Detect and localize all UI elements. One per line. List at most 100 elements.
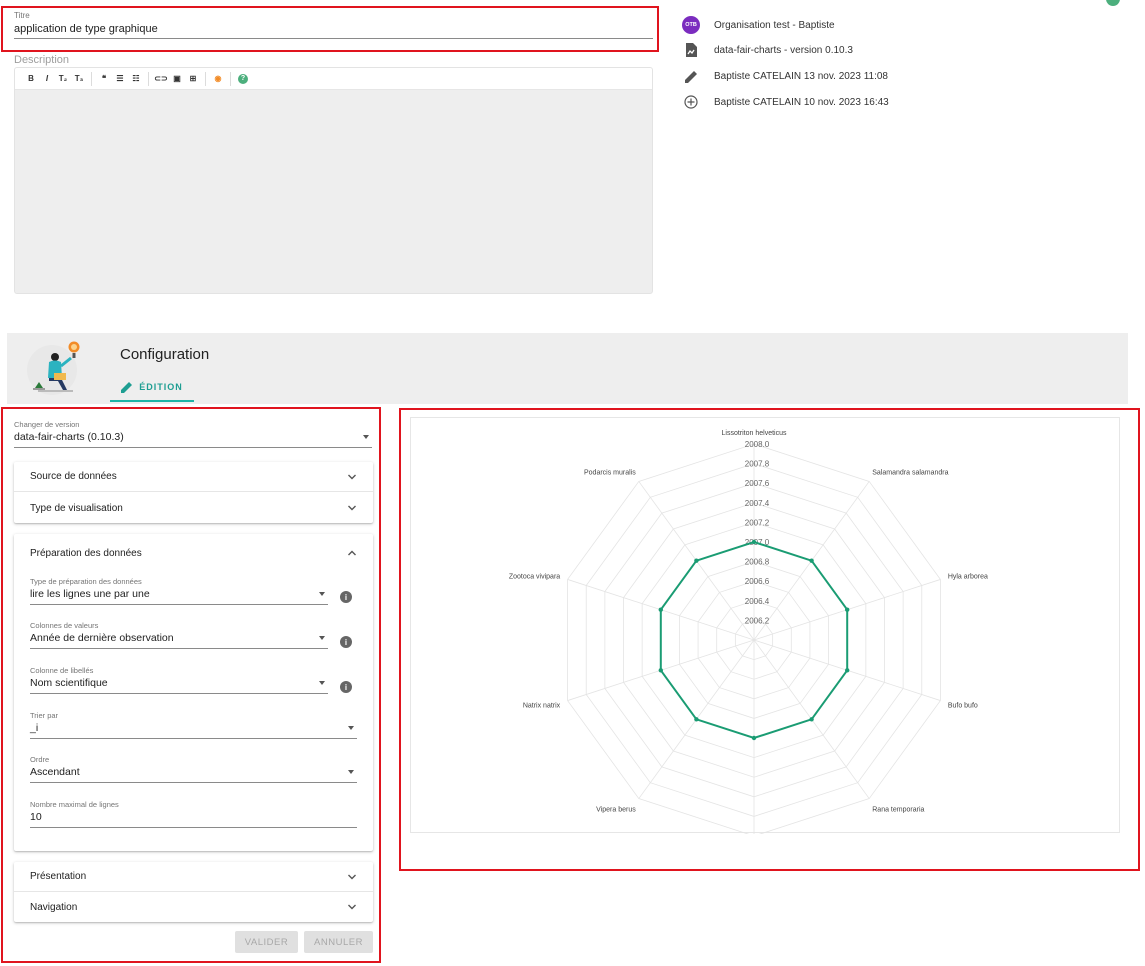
panels-group-1: Source de données Type de visualisation (14, 462, 373, 523)
category-label: Hyla arborea (948, 574, 988, 581)
category-label: Podarcis muralis (584, 470, 636, 477)
label-column-label: Colonne de libellés (30, 666, 94, 675)
info-icon[interactable]: i (340, 681, 352, 693)
data-point (845, 607, 850, 612)
pencil-icon (121, 381, 133, 393)
owner-avatar: OTB (682, 16, 700, 34)
section-navigation[interactable]: Navigation (14, 892, 373, 922)
validate-button[interactable]: VALIDER (235, 931, 298, 953)
chevron-down-icon (348, 904, 356, 910)
radial-tick-label: 2007.6 (745, 479, 770, 488)
bold-icon[interactable]: B (23, 71, 39, 87)
max-rows-input[interactable]: 10 (30, 811, 42, 823)
toolbar-divider (205, 71, 206, 86)
title-field[interactable]: Titre application de type graphique (14, 9, 653, 39)
editor-toolbar: B I T₂ T₃ ❝ ☰ ☷ ⊂⊃ ▣ ⊞ ◉? (15, 68, 652, 90)
italic-icon[interactable]: I (39, 71, 55, 87)
title-label: Titre (14, 11, 30, 20)
chevron-down-icon (348, 874, 356, 880)
meta-updated: Baptiste CATELAIN 13 nov. 2023 11:08 (681, 66, 888, 86)
data-point (694, 717, 699, 722)
data-point (658, 668, 663, 673)
bullet-list-icon[interactable]: ☰ (112, 71, 128, 87)
configuration-illustration (25, 338, 87, 398)
max-rows-label: Nombre maximal de lignes (30, 800, 119, 809)
dropdown-arrow-icon (363, 435, 369, 439)
table-icon[interactable]: ⊞ (185, 71, 201, 87)
dropdown-arrow-icon (348, 726, 354, 730)
data-point (751, 735, 757, 741)
toolbar-divider (91, 71, 92, 86)
version-label: Changer de version (14, 420, 80, 429)
value-columns-label: Colonnes de valeurs (30, 621, 99, 630)
numbered-list-icon[interactable]: ☷ (128, 71, 144, 87)
link-icon[interactable]: ⊂⊃ (153, 71, 169, 87)
preview-eye-icon[interactable]: ◉ (210, 71, 226, 87)
chevron-down-icon (348, 505, 356, 511)
order-label: Ordre (30, 755, 50, 764)
image-icon[interactable]: ▣ (169, 71, 185, 87)
radial-tick-label: 2007.4 (745, 499, 770, 508)
category-label: Zootoca vivipara (509, 574, 560, 581)
info-icon[interactable]: i (340, 591, 352, 603)
data-point (751, 539, 757, 545)
chevron-down-icon (348, 474, 356, 480)
order-value: Ascendant (30, 766, 80, 778)
section-presentation[interactable]: Présentation (14, 862, 373, 892)
data-point (694, 558, 699, 563)
section-preparation[interactable]: Préparation des données (14, 538, 373, 568)
category-label: Salamandra salamandra (872, 470, 948, 477)
radial-tick-label: 2008.0 (745, 440, 770, 449)
heading-2-icon[interactable]: T₂ (55, 71, 71, 87)
sort-by-value: _i (30, 722, 39, 734)
pencil-icon (681, 66, 701, 86)
prep-type-label: Type de préparation des données (30, 577, 142, 586)
radial-tick-label: 2007.8 (745, 460, 770, 469)
data-point (809, 717, 814, 722)
updated-text: Baptiste CATELAIN 13 nov. 2023 11:08 (714, 70, 888, 82)
category-label: Vipera berus (596, 806, 636, 813)
created-text: Baptiste CATELAIN 10 nov. 2023 16:43 (714, 96, 889, 108)
data-point (658, 607, 663, 612)
label-column-value: Nom scientifique (30, 677, 108, 689)
description-editor[interactable]: B I T₂ T₃ ❝ ☰ ☷ ⊂⊃ ▣ ⊞ ◉? (14, 67, 653, 294)
toolbar-divider (230, 71, 231, 86)
configuration-title: Configuration (120, 346, 210, 363)
category-label: Rana temporaria (872, 806, 924, 813)
dropdown-arrow-icon (319, 592, 325, 596)
file-chart-icon (681, 40, 701, 60)
meta-base-app: data-fair-charts - version 0.10.3 (681, 40, 853, 60)
tab-edition[interactable]: ÉDITION (110, 373, 194, 402)
info-icon[interactable]: i (340, 636, 352, 648)
section-source[interactable]: Source de données (14, 462, 373, 492)
sort-by-label: Trier par (30, 711, 59, 720)
section-navigation-label: Navigation (30, 901, 78, 913)
section-type-label: Type de visualisation (30, 502, 123, 514)
dropdown-arrow-icon (319, 681, 325, 685)
chevron-up-icon (348, 550, 356, 556)
section-type[interactable]: Type de visualisation (14, 493, 373, 523)
heading-3-icon[interactable]: T₃ (71, 71, 87, 87)
section-source-label: Source de données (30, 471, 117, 482)
radial-tick-label: 2006.6 (745, 577, 770, 586)
dropdown-arrow-icon (319, 636, 325, 640)
section-preparation-label: Préparation des données (30, 547, 142, 559)
radial-tick-label: 2006.2 (745, 616, 770, 625)
version-value: data-fair-charts (0.10.3) (14, 431, 124, 443)
category-label: Lissotriton helveticus (722, 430, 787, 437)
base-app-text: data-fair-charts - version 0.10.3 (714, 44, 853, 56)
meta-created: Baptiste CATELAIN 10 nov. 2023 16:43 (681, 92, 889, 112)
value-columns-value: Année de dernière observation (30, 632, 174, 644)
chart-card: 2006.2 2006.4 2006.6 2006.8 2007.0 2007.2 2007… (410, 417, 1120, 853)
quote-icon[interactable]: ❝ (96, 71, 112, 87)
category-label: Bufo bufo (948, 702, 978, 709)
title-input[interactable]: application de type graphique (14, 23, 158, 35)
dropdown-arrow-icon (348, 770, 354, 774)
help-icon[interactable]: ? (238, 73, 248, 84)
data-point (809, 558, 814, 563)
cancel-button[interactable]: ANNULER (304, 931, 373, 953)
prep-type-value: lire les lignes une par une (30, 588, 150, 600)
radial-tick-label: 2006.4 (745, 597, 770, 606)
toolbar-divider (148, 71, 149, 86)
owner-text: Organisation test - Baptiste (714, 19, 835, 31)
